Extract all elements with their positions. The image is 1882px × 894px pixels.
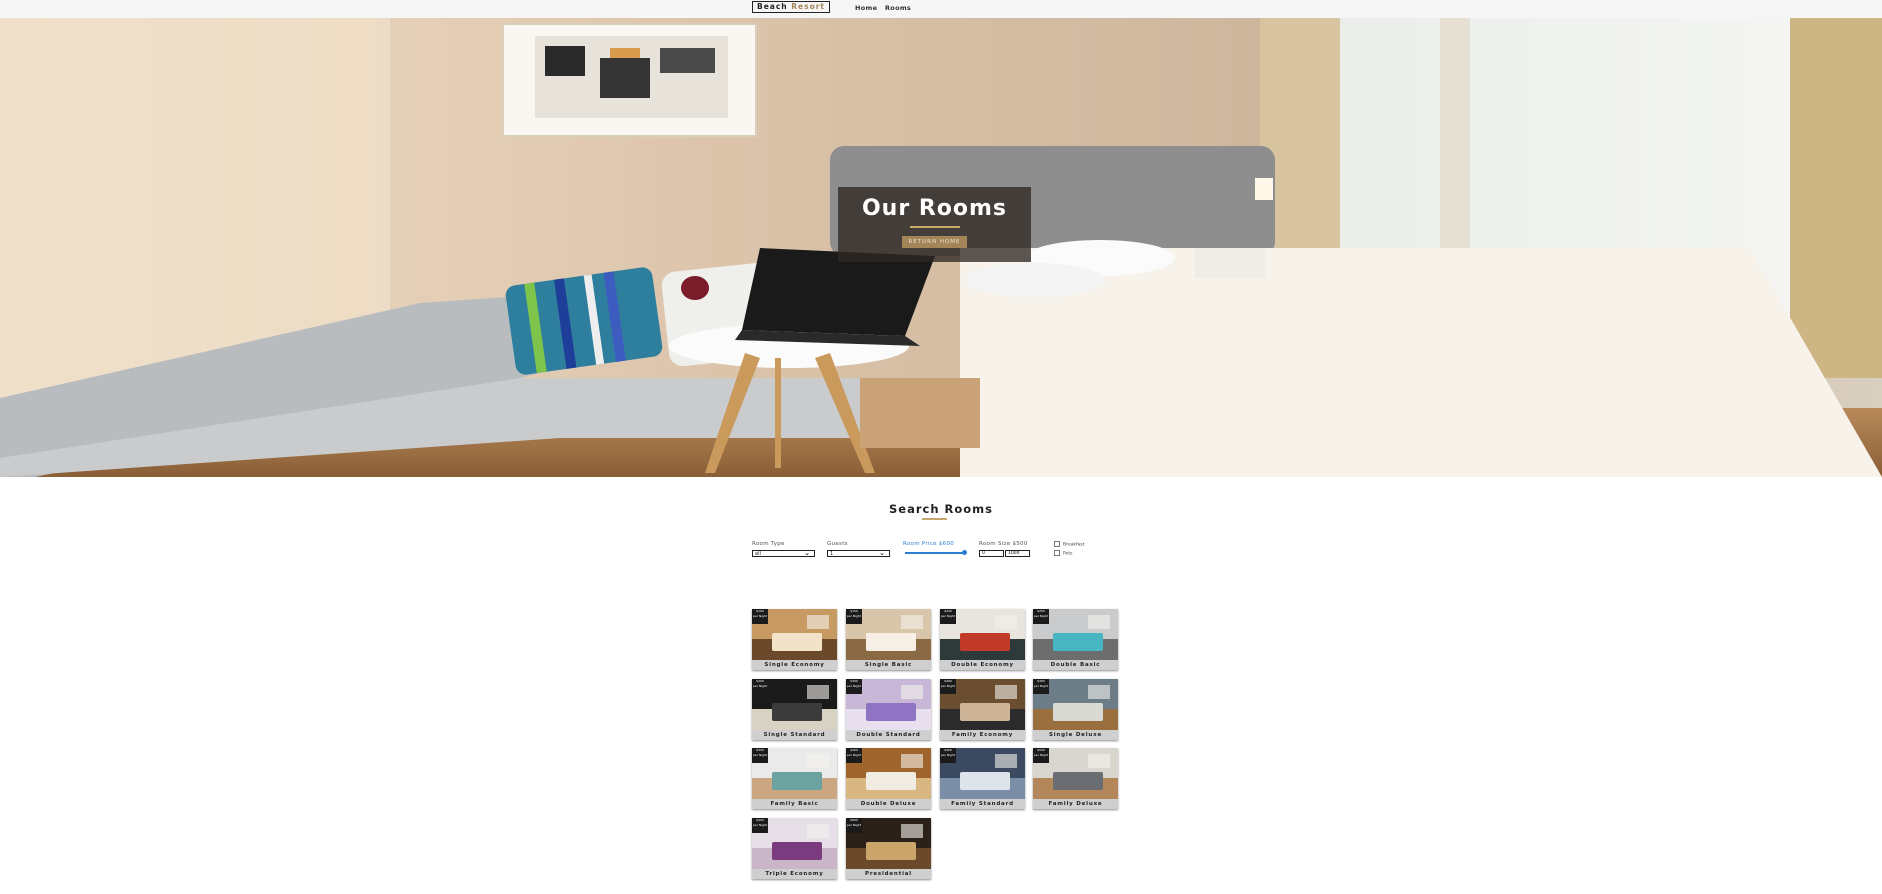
room-name: Single Economy	[764, 662, 825, 668]
room-card[interactable]: $100 per Night Single Economy	[752, 609, 837, 670]
room-card[interactable]: $200 per Night Double Economy	[940, 609, 1025, 670]
checkbox-box[interactable]	[1054, 541, 1060, 547]
room-card[interactable]: $350 per Night Family Basic	[752, 748, 837, 809]
room-price-slider[interactable]	[905, 550, 967, 555]
room-card[interactable]: $500 per Night Family Deluxe	[1033, 748, 1118, 809]
room-price-per: per Night	[941, 684, 955, 688]
room-price-per: per Night	[753, 823, 767, 827]
price-badge: $400 per Night	[846, 748, 862, 763]
price-badge: $300 per Night	[940, 679, 956, 694]
price-badge: $300 per Night	[846, 679, 862, 694]
room-type-select[interactable]: all ⌄	[752, 550, 815, 557]
breakfast-label: Breakfast	[1063, 542, 1085, 548]
logo-text-part2: Resort	[791, 2, 826, 11]
price-badge: $150 per Night	[846, 609, 862, 624]
nav-link-rooms[interactable]: Rooms	[885, 4, 911, 12]
pets-checkbox[interactable]: Pets	[1054, 550, 1072, 557]
price-badge: $500 per Night	[1033, 748, 1049, 763]
pets-label: Pets	[1063, 551, 1073, 557]
room-size-min-input[interactable]: 0	[979, 550, 1004, 557]
chevron-down-icon: ⌄	[804, 549, 810, 557]
room-name: Double Basic	[1050, 662, 1101, 668]
room-name: Family Standard	[951, 801, 1014, 807]
room-price-per: per Night	[753, 614, 767, 618]
return-home-button[interactable]: RETURN HOME	[902, 236, 967, 248]
navbar: Beach Resort Home Rooms	[0, 0, 1882, 19]
room-price-per: per Night	[941, 753, 955, 757]
room-price-per: per Night	[753, 684, 767, 688]
room-card[interactable]: $400 per Night Triple Economy	[752, 818, 837, 879]
room-price-per: per Night	[847, 684, 861, 688]
room-size-max-input[interactable]: 1000	[1005, 550, 1030, 557]
price-badge: $600 per Night	[846, 818, 862, 833]
room-name: Double Deluxe	[860, 801, 917, 807]
room-card[interactable]: $300 per Night Single Deluxe	[1033, 679, 1118, 740]
room-name: Single Deluxe	[1048, 732, 1102, 738]
checkbox-box[interactable]	[1054, 550, 1060, 556]
search-title-underline	[922, 518, 947, 520]
room-type-label: Room Type	[752, 541, 785, 547]
search-rooms-title: Search Rooms	[888, 502, 993, 516]
price-badge: $400 per Night	[940, 748, 956, 763]
room-price-per: per Night	[847, 614, 861, 618]
price-badge: $100 per Night	[752, 609, 768, 624]
room-price-per: per Night	[847, 753, 861, 757]
guests-value: 1	[830, 551, 834, 557]
room-card[interactable]: $200 per Night Single Standard	[752, 679, 837, 740]
room-size-label: Room Size $500	[979, 541, 1028, 547]
room-price-per: per Night	[941, 614, 955, 618]
room-card[interactable]: $400 per Night Double Deluxe	[846, 748, 931, 809]
hero-title-box: Our Rooms RETURN HOME	[838, 187, 1031, 262]
room-type-value: all	[755, 551, 761, 557]
room-name: Family Deluxe	[1048, 801, 1103, 807]
room-name: Triple Economy	[765, 871, 824, 877]
price-badge: $350 per Night	[752, 748, 768, 763]
hero-title-underline	[909, 226, 960, 228]
price-badge: $200 per Night	[752, 679, 768, 694]
room-card[interactable]: $300 per Night Double Standard	[846, 679, 931, 740]
slider-handle[interactable]	[962, 550, 967, 555]
price-badge: $300 per Night	[1033, 679, 1049, 694]
room-card[interactable]: $150 per Night Single Basic	[846, 609, 931, 670]
hero-title: Our Rooms	[861, 196, 1008, 221]
room-price-per: per Night	[1034, 684, 1048, 688]
room-name: Single Basic	[864, 662, 913, 668]
room-price-per: per Night	[1034, 753, 1048, 757]
hero-banner: Our Rooms RETURN HOME	[0, 18, 1882, 477]
room-price-per: per Night	[753, 753, 767, 757]
room-name: Family Basic	[770, 801, 819, 807]
guests-select[interactable]: 1 ⌄	[827, 550, 890, 557]
room-name: Single Standard	[763, 732, 826, 738]
room-price-per: per Night	[847, 823, 861, 827]
room-card[interactable]: $400 per Night Family Standard	[940, 748, 1025, 809]
room-card[interactable]: $300 per Night Family Economy	[940, 679, 1025, 740]
logo-text-part1: Beach	[756, 2, 792, 11]
breakfast-checkbox[interactable]: Breakfast	[1054, 541, 1084, 548]
room-price-per: per Night	[1034, 614, 1048, 618]
price-badge: $200 per Night	[940, 609, 956, 624]
price-badge: $250 per Night	[1033, 609, 1049, 624]
room-name: Double Economy	[951, 662, 1014, 668]
price-badge: $400 per Night	[752, 818, 768, 833]
room-card[interactable]: $250 per Night Double Basic	[1033, 609, 1118, 670]
room-name: Family Economy	[951, 732, 1014, 738]
logo[interactable]: Beach Resort	[752, 1, 830, 13]
room-price-label: Room Price $600	[903, 541, 955, 547]
room-name: Double Standard	[856, 732, 921, 738]
room-name: Presidential	[865, 871, 912, 877]
room-card[interactable]: $600 per Night Presidential	[846, 818, 931, 879]
guests-label: Guests	[827, 541, 848, 547]
chevron-down-icon: ⌄	[879, 549, 885, 557]
nav-link-home[interactable]: Home	[855, 4, 877, 12]
